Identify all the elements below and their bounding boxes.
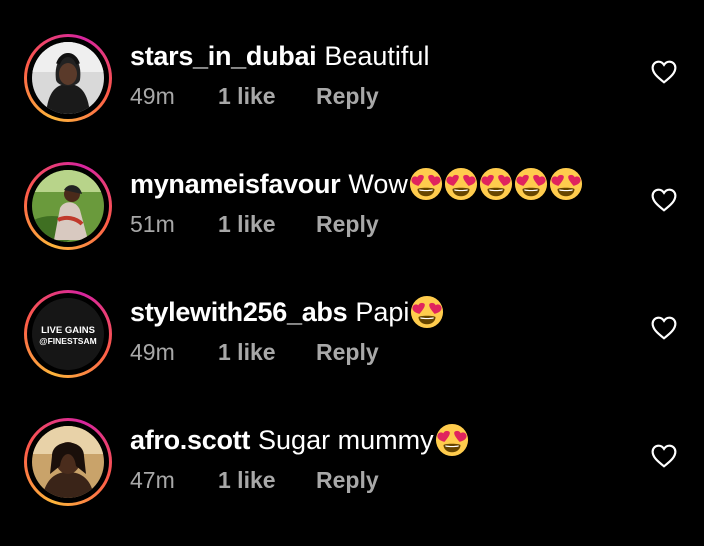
comment-item: afro.scott Sugar mummy 47m 1 like Reply: [0, 418, 704, 546]
reply-button[interactable]: Reply: [316, 467, 379, 494]
reply-button[interactable]: Reply: [316, 83, 379, 110]
heart-outline-icon[interactable]: [651, 188, 677, 212]
heart-outline-icon[interactable]: [651, 316, 677, 340]
comment-username[interactable]: afro.scott: [130, 425, 250, 456]
heart-eyes-emoji: [410, 295, 444, 329]
heart-outline-icon[interactable]: [651, 60, 677, 84]
heart-eyes-emoji: [549, 167, 583, 201]
emoji-group: [434, 423, 469, 457]
reply-button[interactable]: Reply: [316, 339, 379, 366]
comment-item: LIVE GAINS @FINESTSAM stylewith256_abs P…: [0, 290, 704, 418]
story-ring[interactable]: LIVE GAINS @FINESTSAM: [24, 290, 112, 378]
comment-username[interactable]: stars_in_dubai: [130, 41, 317, 72]
heart-eyes-emoji: [444, 167, 478, 201]
avatar-logo-text: LIVE GAINS: [41, 325, 95, 336]
avatar[interactable]: [32, 42, 104, 114]
reply-button[interactable]: Reply: [316, 211, 379, 238]
comment-time: 51m: [130, 210, 175, 237]
comment-time: 47m: [130, 466, 175, 493]
heart-outline-icon[interactable]: [651, 444, 677, 468]
heart-eyes-emoji: [435, 423, 469, 457]
story-ring[interactable]: [24, 418, 112, 506]
comment-username[interactable]: stylewith256_abs: [130, 297, 348, 328]
avatar[interactable]: [32, 170, 104, 242]
heart-eyes-emoji: [514, 167, 548, 201]
comment-text: Papi: [355, 296, 410, 327]
avatar-logo-text: @FINESTSAM: [39, 336, 96, 346]
avatar[interactable]: [32, 426, 104, 498]
avatar[interactable]: LIVE GAINS @FINESTSAM: [32, 298, 104, 370]
comment-text: Beautiful: [324, 40, 430, 71]
comment-time: 49m: [130, 338, 175, 365]
comment-likes[interactable]: 1 like: [218, 339, 316, 366]
comment-item: mynameisfavour Wow 51m 1 like Reply: [0, 162, 704, 290]
story-ring[interactable]: [24, 34, 112, 122]
comment-likes[interactable]: 1 like: [218, 467, 316, 494]
comment-text: Wow: [348, 168, 408, 199]
comment-text: Sugar mummy: [258, 424, 434, 455]
comment-likes[interactable]: 1 like: [218, 211, 316, 238]
comment-item: stars_in_dubai Beautiful 49m 1 like Repl…: [0, 34, 704, 162]
comment-username[interactable]: mynameisfavour: [130, 169, 341, 200]
emoji-group: [409, 295, 444, 329]
emoji-group: [408, 167, 583, 201]
heart-eyes-emoji: [479, 167, 513, 201]
heart-eyes-emoji: [409, 167, 443, 201]
comment-time: 49m: [130, 82, 175, 109]
story-ring[interactable]: [24, 162, 112, 250]
comment-likes[interactable]: 1 like: [218, 83, 316, 110]
